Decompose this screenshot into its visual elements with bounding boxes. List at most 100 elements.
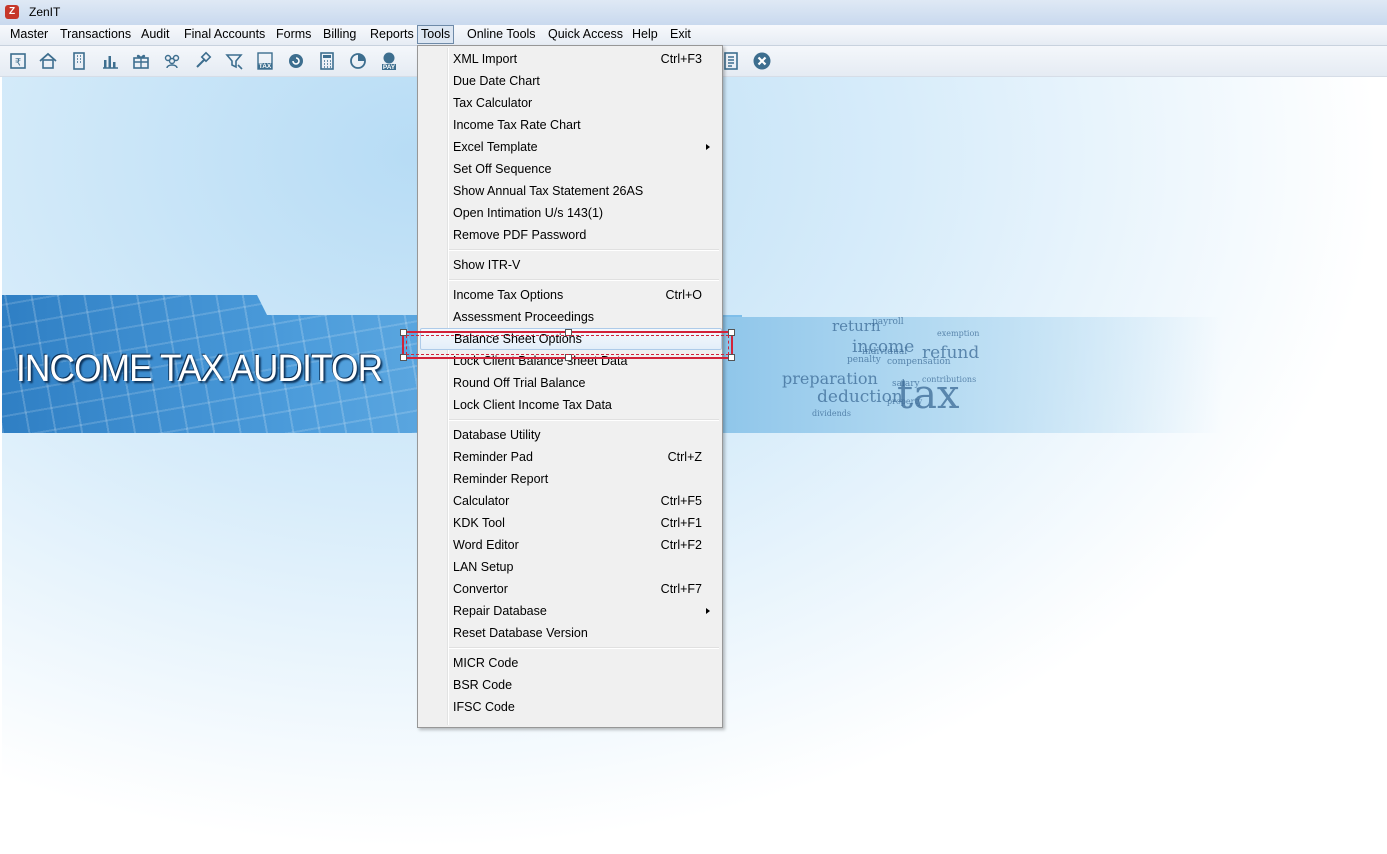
menu-item-label: Excel Template (453, 140, 538, 154)
menu-online-tools[interactable]: Online Tools (464, 26, 539, 43)
tools-menu-item-micr-code[interactable]: MICR Code (420, 652, 720, 674)
menu-item-label: Open Intimation U/s 143(1) (453, 206, 604, 220)
menu-item-label: Remove PDF Password (453, 228, 587, 242)
people-icon[interactable] (161, 50, 183, 72)
tools-menu-item-convertor[interactable]: Convertor Ctrl+F7 (420, 578, 720, 600)
tools-menu-item-remove-pdf-password[interactable]: Remove PDF Password (420, 224, 720, 246)
window-title: ZenIT (29, 5, 61, 19)
menu-item-label: Lock Client Income Tax Data (453, 398, 612, 412)
menu-item-label: Convertor (453, 582, 508, 596)
menu-quick-access[interactable]: Quick Access (545, 26, 626, 43)
menu-billing[interactable]: Billing (320, 26, 359, 43)
menu-item-label: Database Utility (453, 428, 541, 442)
tools-menu-item-bsr-code[interactable]: BSR Code (420, 674, 720, 696)
banner-word-cloud: income refund preparation deduction tax retur… (722, 317, 1222, 433)
menu-item-label: Reminder Pad (453, 450, 533, 464)
banner-word: compensation (887, 357, 951, 367)
menu-master[interactable]: Master (7, 26, 51, 43)
banner-word: preparation (782, 369, 878, 388)
tools-menu-item-tax-calculator[interactable]: Tax Calculator (420, 92, 720, 114)
menu-item-label: Word Editor (453, 538, 519, 552)
menu-separator (449, 419, 719, 421)
menu-item-label: Show Annual Tax Statement 26AS (453, 184, 644, 198)
tools-menu-item-show-itr-v[interactable]: Show ITR-V (420, 254, 720, 276)
menu-forms[interactable]: Forms (273, 26, 314, 43)
tools-menu-item-open-intimation-u-s-143-1[interactable]: Open Intimation U/s 143(1) (420, 202, 720, 224)
menu-tools[interactable]: Tools (417, 25, 455, 44)
menu-final-accounts[interactable]: Final Accounts (181, 26, 268, 43)
tools-menu-item-calculator[interactable]: Calculator Ctrl+F5 (420, 490, 720, 512)
title-bar: Z ZenIT (0, 0, 1387, 26)
menu-transactions[interactable]: Transactions (57, 26, 134, 43)
menu-item-label: Repair Database (453, 604, 547, 618)
gavel-icon[interactable] (192, 50, 214, 72)
tools-menu-item-ifsc-code[interactable]: IFSC Code (420, 696, 720, 718)
tools-menu-item-round-off-trial-balance[interactable]: Round Off Trial Balance (420, 372, 720, 394)
filter-icon[interactable] (223, 50, 245, 72)
resize-handle (728, 354, 735, 361)
menu-separator (449, 249, 719, 251)
menu-item-label: MICR Code (453, 656, 519, 670)
tools-menu-item-income-tax-rate-chart[interactable]: Income Tax Rate Chart (420, 114, 720, 136)
tools-menu-item-reset-database-version[interactable]: Reset Database Version (420, 622, 720, 644)
menu-item-label: Reminder Report (453, 472, 549, 486)
tools-menu-item-reminder-report[interactable]: Reminder Report (420, 468, 720, 490)
tools-menu-item-due-date-chart[interactable]: Due Date Chart (420, 70, 720, 92)
rupee-doc-icon[interactable]: ₹ (7, 50, 29, 72)
tools-menu-item-excel-template[interactable]: Excel Template (420, 136, 720, 158)
banner-word: salary (892, 379, 920, 389)
home-icon[interactable] (37, 50, 59, 72)
tools-menu-item-lock-client-income-tax-data[interactable]: Lock Client Income Tax Data (420, 394, 720, 416)
menu-item-label: XML Import (453, 52, 518, 66)
menu-reports[interactable]: Reports (367, 26, 417, 43)
tax-icon-label: TAX (258, 63, 272, 70)
app-window: Z ZenIT Master Transactions Audit Final Acc… (0, 0, 1387, 854)
tax-icon[interactable]: TAX (254, 50, 276, 72)
menu-item-label: Assessment Proceedings (453, 310, 595, 324)
tools-menu-item-assessment-proceedings[interactable]: Assessment Proceedings (420, 306, 720, 328)
banner-word: payroll (872, 317, 904, 327)
menu-exit[interactable]: Exit (667, 26, 694, 43)
menu-item-shortcut: Ctrl+F1 (660, 516, 702, 530)
banner-title: INCOME TAX AUDITOR (16, 348, 383, 390)
tools-menu-item-kdk-tool[interactable]: KDK Tool Ctrl+F1 (420, 512, 720, 534)
resize-handle (400, 354, 407, 361)
tools-menu-item-income-tax-options[interactable]: Income Tax Options Ctrl+O (420, 284, 720, 306)
menu-item-label: BSR Code (453, 678, 513, 692)
calculator-icon[interactable] (316, 50, 338, 72)
building-icon[interactable] (68, 50, 90, 72)
tools-menu-item-xml-import[interactable]: XML Import Ctrl+F3 (420, 48, 720, 70)
pie-chart-icon[interactable] (347, 50, 369, 72)
document-icon[interactable] (720, 50, 742, 72)
selection-highlight-box (400, 329, 735, 361)
resize-handle (565, 329, 572, 336)
tools-menu-item-show-annual-tax-statement-26as[interactable]: Show Annual Tax Statement 26AS (420, 180, 720, 202)
tools-menu-item-lan-setup[interactable]: LAN Setup (420, 556, 720, 578)
epay-icon[interactable]: PAY (378, 50, 400, 72)
submenu-arrow-icon (706, 144, 710, 150)
menu-item-label: Reset Database Version (453, 626, 588, 640)
bar-chart-icon[interactable] (99, 50, 121, 72)
tools-menu-item-set-off-sequence[interactable]: Set Off Sequence (420, 158, 720, 180)
tools-menu-item-word-editor[interactable]: Word Editor Ctrl+F2 (420, 534, 720, 556)
close-circle-icon[interactable] (751, 50, 773, 72)
pay-icon-label: PAY (382, 64, 396, 71)
resize-handle (565, 354, 572, 361)
menu-help[interactable]: Help (629, 26, 661, 43)
menu-item-shortcut: Ctrl+Z (667, 450, 702, 464)
coin-icon[interactable] (285, 50, 307, 72)
tools-menu-item-database-utility[interactable]: Database Utility (420, 424, 720, 446)
menu-bar: Master Transactions Audit Final Accounts For… (0, 25, 1387, 46)
gift-icon[interactable] (130, 50, 152, 72)
resize-handle (728, 329, 735, 336)
menu-audit[interactable]: Audit (138, 26, 173, 43)
banner-word: property (887, 397, 923, 406)
tools-menu-item-reminder-pad[interactable]: Reminder Pad Ctrl+Z (420, 446, 720, 468)
menu-item-shortcut: Ctrl+F7 (660, 582, 702, 596)
banner-word: exemption (937, 329, 980, 338)
banner-word: individual (862, 347, 908, 357)
menu-item-shortcut: Ctrl+O (665, 288, 702, 302)
menu-item-label: IFSC Code (453, 700, 515, 714)
menu-separator (449, 279, 719, 281)
tools-menu-item-repair-database[interactable]: Repair Database (420, 600, 720, 622)
